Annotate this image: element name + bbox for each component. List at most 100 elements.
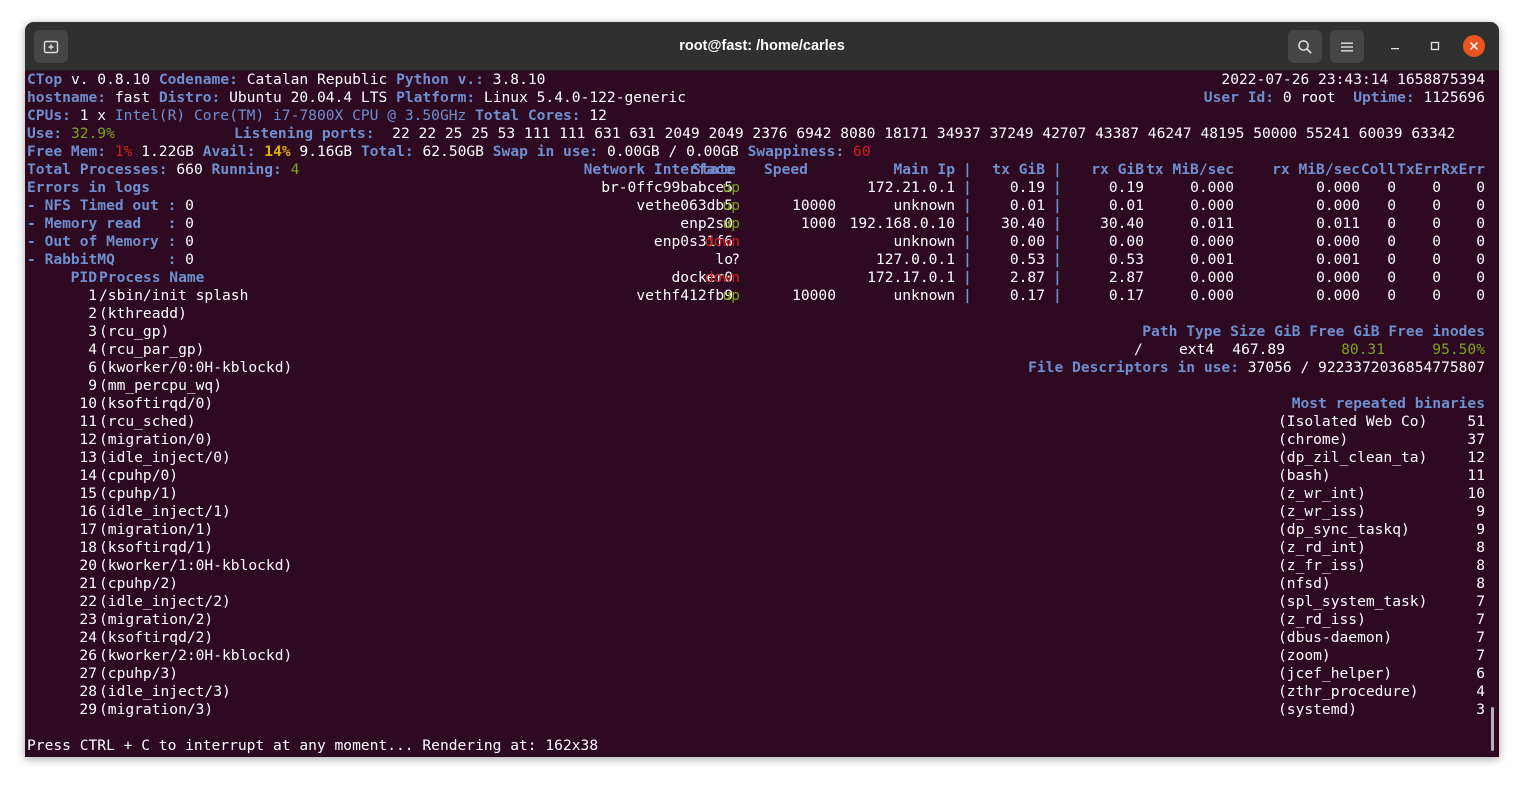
net-txerr: 0 — [1432, 215, 1441, 232]
binary-count: 12 — [1467, 449, 1485, 466]
net-txs: 0.000 — [1190, 269, 1234, 286]
net-rxs-header: rx MiB/sec — [1272, 161, 1360, 178]
codename-label: Codename: — [158, 71, 238, 88]
total-processes-label: Total Processes: — [27, 161, 168, 178]
net-ip: 172.21.0.1 — [867, 179, 955, 196]
platform-value: Linux 5.4.0-122-generic — [475, 89, 687, 106]
net-speed: 10000 — [792, 197, 836, 214]
net-ip: unknown — [893, 233, 955, 250]
search-button[interactable] — [1288, 30, 1322, 63]
distro-value: Ubuntu 20.04.4 LTS — [220, 89, 388, 106]
platform-label: Platform: — [396, 89, 476, 106]
binary-count: 7 — [1476, 647, 1485, 664]
binary-count: 6 — [1476, 665, 1485, 682]
net-txs: 0.000 — [1190, 197, 1234, 214]
binary-name: (z_wr_int) — [1278, 485, 1366, 502]
error-item: - Out of Memory : 0 — [27, 233, 194, 251]
binary-count: 7 — [1476, 611, 1485, 628]
window-title: root@fast: /home/carles — [679, 38, 845, 54]
minimize-button[interactable] — [1383, 34, 1407, 58]
net-state: ? — [731, 251, 740, 268]
net-coll: 0 — [1387, 251, 1396, 268]
swappiness-value: 60 — [853, 143, 871, 160]
net-txerr: 0 — [1432, 197, 1441, 214]
binary-count: 4 — [1476, 683, 1485, 700]
process-pid: 16 — [79, 503, 97, 520]
terminal-content[interactable]: CTop v. 0.8.10 Codename: Catalan Republi… — [27, 71, 1497, 757]
net-txs: 0.000 — [1190, 233, 1234, 250]
net-state: down — [704, 269, 740, 286]
file-descriptors-line: File Descriptors in use: 37056 / 9223372… — [1028, 359, 1485, 377]
process-name: (migration/3) — [99, 701, 214, 718]
net-state: down — [704, 233, 740, 250]
net-txerr: 0 — [1432, 269, 1441, 286]
error-value: 0 — [176, 233, 194, 250]
maximize-button[interactable] — [1423, 34, 1447, 58]
binary-name: (chrome) — [1278, 431, 1349, 448]
avail-value: 9.16GB — [290, 143, 353, 160]
binary-name: (systemd) — [1278, 701, 1358, 718]
binary-count: 8 — [1476, 557, 1485, 574]
net-ip: 172.17.0.1 — [867, 269, 955, 286]
disk-header: Path Type Size GiB Free GiB Free inodes — [1142, 323, 1485, 341]
process-pid: 22 — [79, 593, 97, 610]
net-coll: 0 — [1387, 215, 1396, 232]
process-pid: 1 — [88, 287, 97, 304]
process-pid: 27 — [79, 665, 97, 682]
disk-type: ext4 — [1179, 341, 1215, 358]
freemem-value: 1.22GB — [132, 143, 194, 160]
process-pid: 18 — [79, 539, 97, 556]
running-value: 4 — [290, 161, 300, 178]
net-coll: 0 — [1387, 287, 1396, 304]
net-txerr: 0 — [1432, 179, 1441, 196]
process-name: (ksoftirqd/2) — [99, 629, 214, 646]
net-rxs: 0.000 — [1316, 197, 1360, 214]
error-label: - RabbitMQ : — [27, 251, 177, 268]
freemem-label: Free Mem: — [27, 143, 107, 160]
net-coll: 0 — [1387, 269, 1396, 286]
python-version: 3.8.10 — [483, 71, 546, 88]
net-txs: 0.001 — [1190, 251, 1234, 268]
disk-inodes: 95.50% — [1432, 341, 1485, 358]
process-name: (migration/2) — [99, 611, 214, 628]
binary-name: (nfsd) — [1278, 575, 1331, 592]
process-name: (cpuhp/1) — [99, 485, 179, 502]
net-tx-header: tx GiB — [992, 161, 1045, 178]
disk-inodes-header: Free inodes — [1388, 323, 1485, 340]
net-rxerr: 0 — [1476, 197, 1485, 214]
fd-value: 37056 / 9223372036854775807 — [1238, 359, 1485, 376]
error-label: - NFS Timed out : — [27, 197, 177, 214]
process-pid: 9 — [88, 377, 97, 394]
title-bar[interactable]: root@fast: /home/carles — [25, 22, 1499, 71]
net-ip: 192.168.0.10 — [849, 215, 955, 232]
process-pid: 3 — [88, 323, 97, 340]
net-sep2: | — [1053, 251, 1062, 268]
disk-size: 467.89 — [1232, 341, 1285, 358]
binary-name: (Isolated Web Co) — [1278, 413, 1428, 430]
process-name: (kworker/1:0H-kblockd) — [99, 557, 293, 574]
error-label: - Out of Memory : — [27, 233, 177, 250]
binary-name: (z_rd_iss) — [1278, 611, 1366, 628]
disk-path: / — [1134, 341, 1143, 358]
hostname-value: fast — [106, 89, 151, 106]
net-sep1: | — [963, 251, 972, 268]
error-item: - NFS Timed out : 0 — [27, 197, 194, 215]
process-pid: 26 — [79, 647, 97, 664]
net-txerr-header: TxErr — [1397, 161, 1441, 178]
uptime-label: Uptime: — [1353, 89, 1415, 106]
fd-label: File Descriptors in use: — [1028, 359, 1239, 376]
net-rx-header: rx GiB — [1091, 161, 1144, 178]
net-txs-header: tx MiB/sec — [1146, 161, 1234, 178]
net-rx: 0.53 — [1108, 251, 1144, 268]
close-button[interactable] — [1463, 35, 1485, 57]
binary-name: (z_fr_iss) — [1278, 557, 1366, 574]
binary-name: (z_wr_iss) — [1278, 503, 1366, 520]
net-ip: unknown — [893, 197, 955, 214]
scrollbar[interactable] — [1491, 707, 1494, 751]
pid-header: PID — [70, 269, 97, 286]
process-name: (idle_inject/1) — [99, 503, 231, 520]
net-ip-header: Main Ip — [893, 161, 955, 178]
menu-button[interactable] — [1330, 30, 1364, 63]
net-sep1-header: | — [963, 161, 972, 178]
disk-free: 80.31 — [1341, 341, 1385, 358]
